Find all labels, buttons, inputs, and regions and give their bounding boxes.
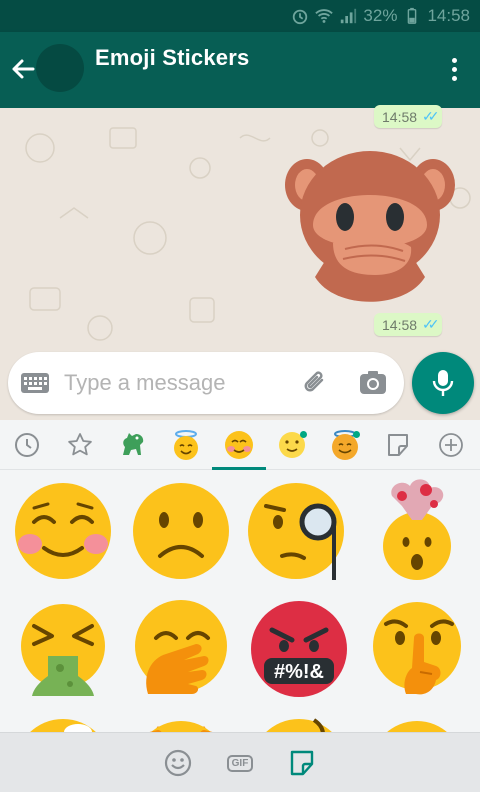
message-composer[interactable]: Type a message bbox=[8, 352, 404, 414]
sticker-partial[interactable] bbox=[8, 712, 118, 732]
gif-mode-button[interactable]: GIF bbox=[224, 747, 256, 779]
voice-record-button[interactable] bbox=[412, 352, 474, 414]
sticker-face-with-monocle[interactable] bbox=[244, 476, 354, 586]
gif-icon: GIF bbox=[226, 754, 254, 772]
camera-icon[interactable] bbox=[358, 368, 388, 398]
symbols-text: #%!& bbox=[274, 661, 324, 683]
tab-favorites[interactable] bbox=[62, 427, 98, 463]
tab-add-pack[interactable] bbox=[433, 427, 469, 463]
see-no-evil-monkey-sticker[interactable] bbox=[285, 145, 455, 313]
tab-angel-smile-pack[interactable] bbox=[327, 427, 363, 463]
avatar[interactable] bbox=[36, 44, 84, 92]
battery-icon bbox=[408, 7, 417, 24]
clock: 14:58 bbox=[427, 6, 470, 25]
sticker-smiling-blushing-face[interactable] bbox=[8, 476, 118, 586]
keyboard-icon[interactable] bbox=[20, 372, 50, 394]
microphone-icon bbox=[432, 370, 454, 396]
add-circle-icon bbox=[439, 433, 463, 457]
tab-dinosaur-pack[interactable] bbox=[115, 427, 151, 463]
new-badge bbox=[300, 431, 307, 438]
tab-smiling-pack[interactable] bbox=[212, 427, 266, 470]
chat-header: Emoji Stickers bbox=[0, 32, 480, 108]
alarm-icon bbox=[293, 9, 308, 25]
status-bar: 32% 14:58 bbox=[0, 0, 480, 32]
emoji-mode-button[interactable] bbox=[162, 747, 194, 779]
double-check-icon: ✓✓ bbox=[422, 108, 440, 124]
sticker-icon bbox=[388, 434, 408, 456]
tab-angel-pack[interactable] bbox=[168, 427, 204, 463]
signal-icon bbox=[341, 8, 357, 24]
sticker-mode-icon bbox=[290, 750, 314, 776]
recent-clock-icon bbox=[15, 433, 39, 457]
sticker-grid: #%!& bbox=[0, 470, 480, 732]
attach-paperclip-icon[interactable] bbox=[300, 368, 330, 398]
sticker-vomiting-face[interactable] bbox=[8, 594, 118, 704]
battery-percent: 32% bbox=[363, 6, 398, 25]
more-options-icon[interactable] bbox=[450, 56, 458, 84]
wifi-icon bbox=[315, 9, 334, 23]
sticker-partial[interactable] bbox=[362, 712, 472, 732]
tab-sticker-store[interactable] bbox=[380, 427, 416, 463]
sticker-exploding-head[interactable] bbox=[362, 476, 472, 586]
message-input[interactable]: Type a message bbox=[64, 370, 225, 396]
tab-slight-smile-pack[interactable] bbox=[274, 427, 310, 463]
sticker-mode-button[interactable] bbox=[286, 747, 318, 779]
new-badge bbox=[353, 431, 360, 438]
sticker-partial[interactable] bbox=[126, 712, 236, 732]
angel-face-icon bbox=[174, 430, 198, 460]
sticker-face-with-symbols-on-mouth[interactable]: #%!& bbox=[244, 594, 354, 704]
keyboard-mode-bar: GIF bbox=[0, 732, 480, 792]
back-arrow-icon[interactable] bbox=[8, 54, 38, 84]
dinosaur-icon bbox=[123, 433, 144, 455]
chat-title[interactable]: Emoji Stickers bbox=[95, 45, 249, 71]
double-check-icon: ✓✓ bbox=[422, 316, 440, 332]
smiling-face-icon bbox=[225, 431, 253, 459]
message-timestamp: 14:58 ✓✓ bbox=[374, 313, 442, 336]
tab-recent[interactable] bbox=[9, 427, 45, 463]
sticker-partial[interactable] bbox=[244, 712, 354, 732]
sticker-face-with-hand-over-mouth[interactable] bbox=[126, 594, 236, 704]
emoji-icon bbox=[164, 749, 192, 777]
message-timestamp: 14:58 ✓✓ bbox=[374, 105, 442, 128]
star-icon bbox=[68, 433, 92, 456]
sticker-pack-tabs bbox=[0, 420, 480, 470]
sticker-frowning-face[interactable] bbox=[126, 476, 236, 586]
sticker-shushing-face[interactable] bbox=[362, 594, 472, 704]
